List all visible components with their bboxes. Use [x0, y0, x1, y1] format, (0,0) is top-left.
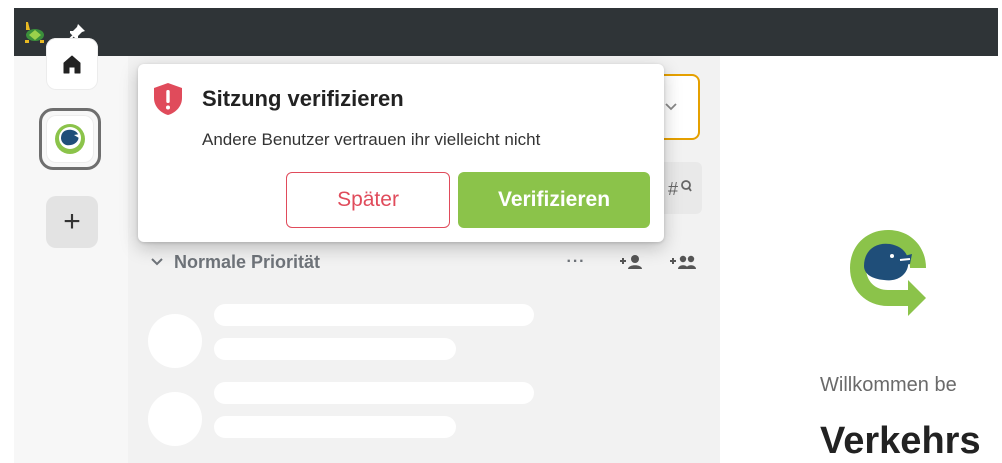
add-space-button[interactable]: + [46, 196, 98, 248]
skeleton-line [214, 416, 456, 438]
skeleton-line [214, 304, 534, 326]
lion-logo-icon [55, 124, 85, 154]
explore-rooms-button[interactable]: # [658, 162, 702, 214]
explore-rooms-icon: # [668, 179, 692, 198]
svg-text:#: # [668, 179, 678, 198]
chevron-down-icon[interactable] [150, 255, 164, 269]
title-bar [14, 8, 998, 56]
home-space-button[interactable] [46, 38, 98, 90]
skeleton-line [214, 338, 456, 360]
welcome-text: Willkommen be [820, 374, 957, 396]
toast-title: Sitzung verifizieren [202, 86, 404, 111]
add-user-icon [620, 255, 642, 269]
turtle-app-icon[interactable] [22, 20, 46, 44]
start-chat-button[interactable] [618, 252, 646, 272]
shield-warning-icon [154, 83, 182, 115]
section-more-options-button[interactable]: ··· [564, 252, 588, 272]
more-icon: ··· [566, 253, 586, 270]
welcome-title: Verkehrs [820, 420, 981, 462]
toast-description: Andere Benutzer vertrauen ihr vielleicht… [202, 130, 541, 149]
active-space-button[interactable] [46, 115, 94, 163]
section-header-normal-priority[interactable]: Normale Priorität [150, 250, 320, 274]
lion-logo-icon [850, 230, 926, 316]
skeleton-avatar [148, 314, 202, 368]
app-window: + # Normale Priorität ··· Willkommen be … [14, 8, 998, 463]
later-button[interactable]: Später [286, 172, 450, 228]
section-title: Normale Priorität [174, 251, 321, 272]
home-icon [63, 55, 81, 74]
skeleton-avatar [148, 392, 202, 446]
add-group-icon [670, 255, 696, 269]
verify-session-toast: Sitzung verifizieren Andere Benutzer ver… [138, 64, 664, 242]
create-room-button[interactable] [668, 252, 698, 272]
verify-button[interactable]: Verifizieren [458, 172, 650, 228]
plus-icon: + [63, 205, 81, 238]
skeleton-line [214, 382, 534, 404]
chevron-down-icon [665, 103, 677, 111]
